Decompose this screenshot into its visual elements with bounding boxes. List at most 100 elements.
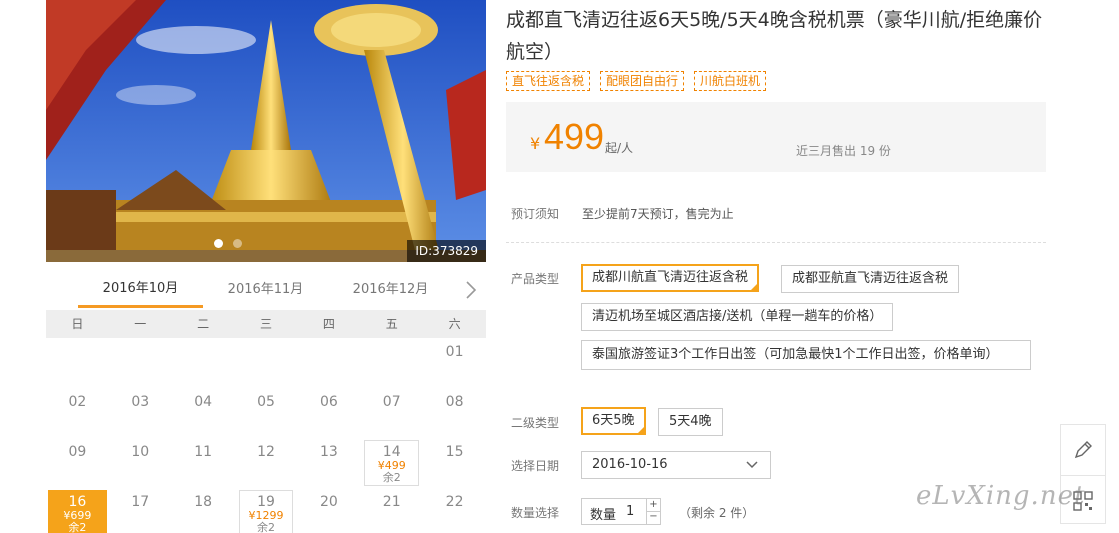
- date-label: 选择日期: [511, 459, 560, 473]
- quantity-value[interactable]: 1: [626, 504, 634, 519]
- subtype-label: 二级类型: [511, 416, 560, 430]
- day-number: 12: [257, 444, 275, 460]
- day-number: 21: [382, 494, 401, 510]
- subtype-option[interactable]: 6天5晚: [581, 407, 646, 435]
- day-number: 16: [68, 494, 87, 510]
- day-number: 22: [445, 494, 464, 510]
- calendar-day[interactable]: 14 ¥499 余2: [364, 440, 420, 486]
- type-option[interactable]: 清迈机场至城区酒店接/送机（单程一趟车的价格）: [581, 303, 894, 331]
- calendar-day[interactable]: 04: [172, 388, 235, 438]
- chevron-right-icon[interactable]: [464, 280, 478, 300]
- weekday-label: 四: [322, 317, 335, 331]
- product-tag: 配眼团自由行: [600, 71, 685, 91]
- calendar-day[interactable]: 10: [109, 438, 172, 488]
- calendar-day[interactable]: 07: [360, 388, 423, 438]
- price-amount: 499: [544, 116, 605, 157]
- currency-symbol: ¥: [530, 134, 541, 153]
- booking-text: 至少提前7天预订，售完为止: [582, 207, 734, 221]
- day-number: 04: [194, 394, 213, 410]
- hero-image[interactable]: ID:373829: [46, 0, 486, 262]
- day-number: 11: [194, 444, 213, 460]
- day-number: 05: [257, 394, 275, 410]
- day-number: 02: [68, 394, 87, 410]
- quantity-stepper[interactable]: 数量 1 + −: [581, 498, 661, 525]
- calendar-day[interactable]: 21: [360, 488, 423, 533]
- calendar-day[interactable]: 17: [109, 488, 172, 533]
- type-option[interactable]: 成都川航直飞清迈往返含税: [581, 264, 760, 292]
- price-box: ¥ 499 起/人 近三月售出 19 份: [506, 102, 1046, 172]
- day-number: 19: [257, 494, 275, 510]
- calendar-day[interactable]: 12: [235, 438, 298, 488]
- price-calendar: 2016年10月 2016年11月 2016年12月 日一二三四五六 01 02 03 0…: [46, 272, 486, 533]
- type-option[interactable]: 成都亚航直飞清迈往返含税: [781, 265, 960, 293]
- calendar-day[interactable]: 08: [423, 388, 486, 438]
- day-number: 15: [445, 444, 464, 460]
- weekday-header: 日一二三四五六: [46, 310, 486, 338]
- product-title: 成都直飞清迈往返6天5晚/5天4晚含税机票（豪华川航/拒绝廉价航空）: [506, 9, 1043, 63]
- calendar-day[interactable]: 02: [46, 388, 109, 438]
- edit-tool[interactable]: [1061, 425, 1105, 475]
- day-number: 01: [445, 344, 464, 360]
- calendar-day[interactable]: 09: [46, 438, 109, 488]
- chevron-down-icon: [746, 461, 758, 469]
- day-number: 14: [382, 444, 401, 460]
- day-remaining: 余2: [68, 521, 87, 533]
- day-number: 10: [131, 444, 150, 460]
- slide-dot[interactable]: [214, 239, 223, 248]
- calendar-day[interactable]: 20: [297, 488, 360, 533]
- day-number: 09: [68, 444, 87, 460]
- booking-label: 预订须知: [511, 207, 560, 221]
- divider: [506, 242, 1046, 243]
- image-id-badge: ID:373829: [407, 240, 486, 262]
- slide-dot[interactable]: [233, 239, 242, 248]
- day-number: 03: [131, 394, 150, 410]
- calendar-day[interactable]: 01: [423, 338, 486, 388]
- site-watermark: eLvXing.net: [916, 481, 1086, 511]
- date-value: 2016-10-16: [592, 457, 668, 472]
- month-tab[interactable]: 2016年10月: [78, 272, 203, 308]
- day-remaining: 余2: [256, 521, 275, 533]
- type-option[interactable]: 泰国旅游签证3个工作日出签（可加急最快1个工作日出签，价格单询）: [581, 340, 1031, 370]
- product-type-label: 产品类型: [511, 272, 560, 286]
- calendar-day[interactable]: 05: [235, 388, 298, 438]
- price-unit: 起/人: [605, 141, 634, 155]
- date-select[interactable]: 2016-10-16: [581, 451, 771, 479]
- calendar-day: [172, 338, 235, 388]
- calendar-day[interactable]: 15: [423, 438, 486, 488]
- calendar-day: [360, 338, 423, 388]
- calendar-day[interactable]: 11: [172, 438, 235, 488]
- product-tag: 直飞往返含税: [506, 71, 591, 91]
- product-tags: 直飞往返含税 配眼团自由行 川航白班机: [506, 71, 767, 91]
- day-number: 18: [194, 494, 213, 510]
- pencil-icon: [1074, 441, 1092, 459]
- calendar-day: [297, 338, 360, 388]
- month-tab[interactable]: 2016年11月: [203, 272, 328, 308]
- calendar-day[interactable]: 16 ¥699 余2: [48, 490, 107, 533]
- weekday-label: 日: [71, 317, 84, 331]
- calendar-day[interactable]: 03: [109, 388, 172, 438]
- calendar-grid: 01 02 03 04 05 06 07 08 09 10 11 12 13 14 ¥499 余2 15 16 ¥6…: [46, 338, 486, 533]
- calendar-day: [109, 338, 172, 388]
- calendar-day[interactable]: 22: [423, 488, 486, 533]
- day-number: 13: [319, 444, 338, 460]
- day-number: 06: [319, 394, 338, 410]
- weekday-label: 一: [134, 317, 147, 331]
- calendar-day: [46, 338, 109, 388]
- calendar-day[interactable]: 13: [297, 438, 360, 488]
- calendar-day[interactable]: 18: [172, 488, 235, 533]
- weekday-label: 五: [385, 317, 398, 331]
- remaining-stock: （剩余 2 件）: [679, 506, 755, 520]
- calendar-day: [235, 338, 298, 388]
- month-tab[interactable]: 2016年12月: [328, 272, 453, 308]
- slide-dots: [214, 239, 242, 248]
- day-number: 20: [319, 494, 338, 510]
- subtype-option[interactable]: 5天4晚: [658, 408, 723, 436]
- month-tabs: 2016年10月 2016年11月 2016年12月: [46, 272, 486, 308]
- minus-button[interactable]: −: [646, 511, 660, 524]
- calendar-day[interactable]: 19 ¥1299 余2: [238, 490, 294, 533]
- quantity-label: 数量选择: [511, 506, 560, 520]
- temple-photo: [46, 0, 486, 262]
- product-tag: 川航白班机: [694, 71, 767, 91]
- weekday-label: 六: [448, 317, 461, 331]
- calendar-day[interactable]: 06: [297, 388, 360, 438]
